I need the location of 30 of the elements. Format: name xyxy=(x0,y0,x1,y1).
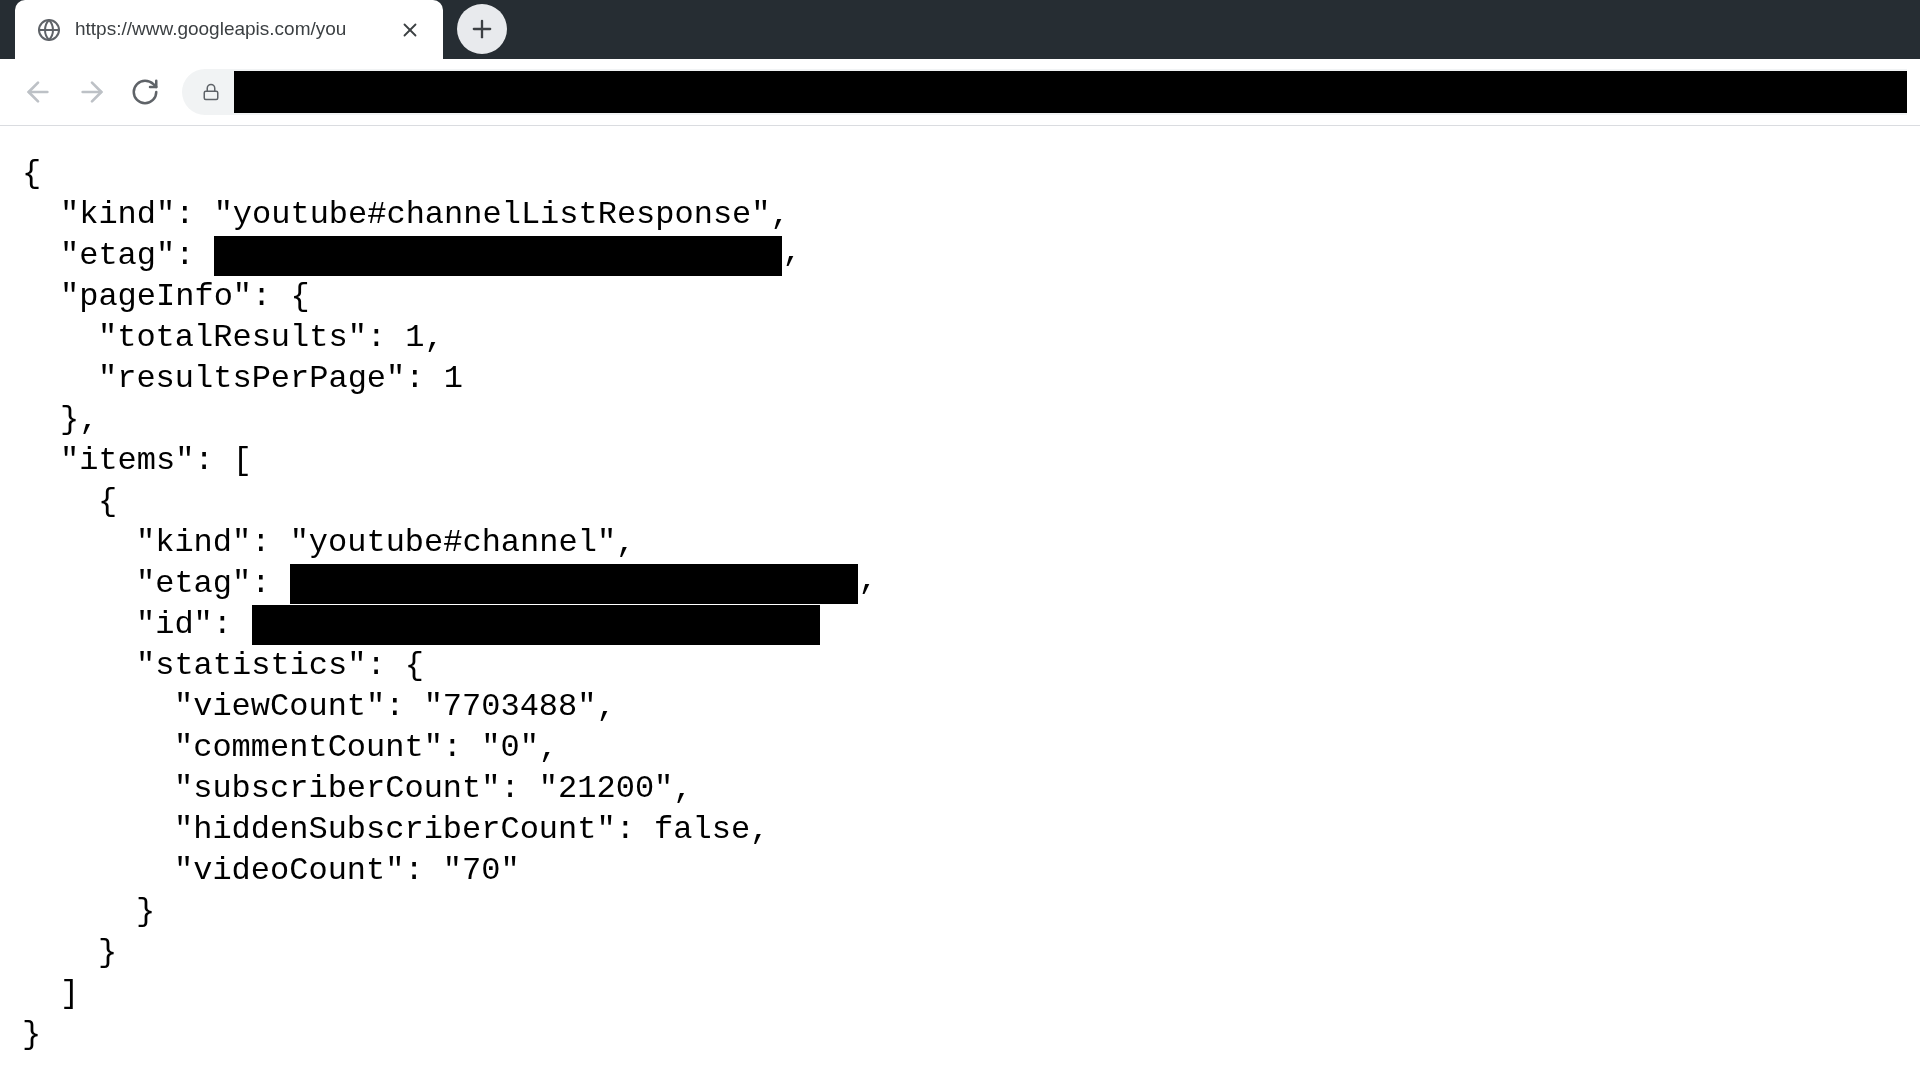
code-line: "kind": "youtube#channel", xyxy=(136,522,636,563)
code-line: "items": [ xyxy=(60,440,253,481)
code-line: "statistics": { xyxy=(136,645,425,686)
reload-icon[interactable] xyxy=(130,77,160,107)
code-line: "commentCount": "0", xyxy=(174,727,559,768)
code-line: "totalResults": 1, xyxy=(98,317,444,358)
code-line: "viewCount": "7703488", xyxy=(174,686,616,727)
code-line: "hiddenSubscriberCount": false, xyxy=(174,809,770,850)
code-line: ] xyxy=(60,973,80,1014)
code-punctuation: , xyxy=(782,232,802,272)
browser-tab[interactable]: https://www.googleapis.com/you xyxy=(15,0,443,59)
code-line: }, xyxy=(60,399,99,440)
globe-icon xyxy=(37,17,61,42)
lock-icon xyxy=(202,83,220,101)
code-line: } xyxy=(136,891,156,932)
code-line: "videoCount": "70" xyxy=(174,850,520,891)
new-tab-button[interactable] xyxy=(457,4,507,54)
code-line: } xyxy=(22,1014,42,1055)
code-line: "resultsPerPage": 1 xyxy=(98,358,463,399)
code-line: "kind": "youtube#channelListResponse", xyxy=(60,194,790,235)
code-line: "pageInfo": { xyxy=(60,276,310,317)
code-line: "id": xyxy=(136,604,232,645)
code-punctuation: , xyxy=(858,560,878,600)
code-line: { xyxy=(22,153,42,194)
code-line: { xyxy=(98,481,118,522)
tab-title: https://www.googleapis.com/you xyxy=(75,17,348,42)
code-line: "subscriberCount": "21200", xyxy=(174,768,693,809)
code-line: "etag": xyxy=(60,235,195,276)
code-line: "etag": xyxy=(136,563,271,604)
code-line: } xyxy=(98,932,118,973)
